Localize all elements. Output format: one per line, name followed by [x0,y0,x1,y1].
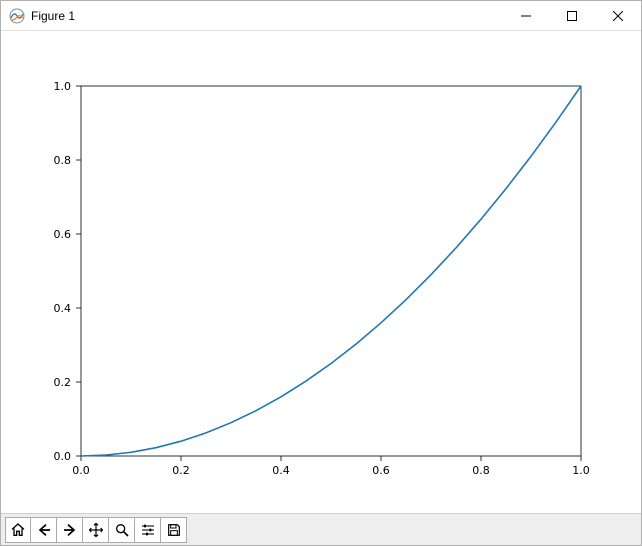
x-tick-label: 1.0 [572,464,590,477]
arrow-right-icon [62,522,78,538]
close-icon [613,11,623,21]
minimize-icon [521,11,531,21]
y-tick-label: 0.0 [54,450,72,463]
figure-window: Figure 1 0.00.20.40.60.81.00.00.20.40.60… [0,0,642,546]
zoom-icon [114,522,130,538]
titlebar: Figure 1 [1,1,641,31]
forward-button[interactable] [57,517,83,543]
y-tick-label: 0.4 [54,302,72,315]
sliders-icon [140,522,156,538]
plot-canvas[interactable]: 0.0 0.2 0.4 0.6 0.8 1.0 0.0 0.2 0.4 0.6 0.8 1.0 [1,31,641,513]
save-button[interactable] [161,517,187,543]
home-button[interactable] [5,517,31,543]
y-tick-label: 0.8 [54,154,72,167]
x-tick-label: 0.4 [272,464,290,477]
data-line [81,86,581,456]
matplotlib-toolbar [1,513,641,545]
close-button[interactable] [595,1,641,30]
zoom-button[interactable] [109,517,135,543]
x-tick-label: 0.0 [72,464,90,477]
arrow-left-icon [36,522,52,538]
minimize-button[interactable] [503,1,549,30]
maximize-icon [567,11,577,21]
y-tick-label: 0.6 [54,228,72,241]
window-title: Figure 1 [31,9,503,23]
home-icon [10,522,26,538]
x-tick-label: 0.6 [372,464,390,477]
x-tick-label: 0.8 [472,464,490,477]
pan-button[interactable] [83,517,109,543]
maximize-button[interactable] [549,1,595,30]
configure-button[interactable] [135,517,161,543]
plot-svg: 0.0 0.2 0.4 0.6 0.8 1.0 0.0 0.2 0.4 0.6 0.8 1.0 [1,31,641,513]
app-icon [9,8,25,24]
x-tick-label: 0.2 [172,464,190,477]
save-icon [166,522,182,538]
y-tick-label: 0.2 [54,376,72,389]
window-controls [503,1,641,30]
back-button[interactable] [31,517,57,543]
y-tick-label: 1.0 [54,80,72,93]
move-icon [88,522,104,538]
